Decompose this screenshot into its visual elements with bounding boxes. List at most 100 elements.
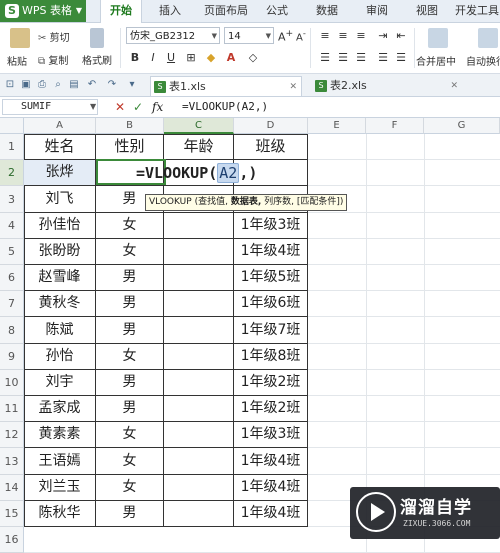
border-icon[interactable]: ⊞	[184, 50, 198, 66]
clear-format-icon[interactable]: ◇	[246, 50, 260, 66]
table-cell[interactable]	[164, 448, 234, 475]
outdent-icon[interactable]: ⇤	[394, 28, 408, 44]
wrap-text-icon[interactable]	[478, 28, 498, 48]
row-header-5[interactable]: 5	[0, 239, 24, 265]
row-header-9[interactable]: 9	[0, 344, 24, 370]
formula-input[interactable]: =VLOOKUP(A2,)	[182, 99, 498, 115]
format-painter-button[interactable]: 格式刷	[82, 52, 112, 67]
tab-page-layout[interactable]: 页面布局	[198, 0, 254, 22]
table-cell[interactable]	[164, 213, 234, 239]
table-cell[interactable]: 张烨	[24, 160, 96, 186]
table-cell[interactable]: 刘宇	[24, 370, 96, 396]
select-all-corner[interactable]	[0, 118, 24, 134]
table-cell[interactable]: 女	[96, 213, 164, 239]
align-center-icon[interactable]: ☰	[336, 50, 350, 66]
table-cell[interactable]	[164, 265, 234, 291]
underline-button[interactable]: U	[164, 50, 178, 66]
column-header-d[interactable]: D	[234, 118, 308, 134]
table-cell[interactable]: 孙佳怡	[24, 213, 96, 239]
tab-data[interactable]: 数据	[310, 0, 344, 22]
table-cell[interactable]: 1年级4班	[234, 475, 308, 501]
table-cell[interactable]: 1年级3班	[234, 422, 308, 448]
table-cell[interactable]: 1年级5班	[234, 265, 308, 291]
chevron-down-icon[interactable]: ▾	[126, 79, 138, 91]
confirm-icon[interactable]: ✓	[133, 99, 143, 115]
row-header-12[interactable]: 12	[0, 422, 24, 448]
tab-home[interactable]: 开始	[100, 0, 142, 23]
table-cell[interactable]: 1年级2班	[234, 396, 308, 422]
row-header-1[interactable]: 1	[0, 134, 24, 160]
row-header-10[interactable]: 10	[0, 370, 24, 396]
table-cell[interactable]: 男	[96, 265, 164, 291]
cut-button[interactable]: ✂ 剪切	[38, 29, 70, 44]
column-header-e[interactable]: E	[308, 118, 366, 134]
save-icon[interactable]: ▣	[20, 79, 32, 91]
table-cell[interactable]: 1年级6班	[234, 291, 308, 317]
font-name-select[interactable]: 仿宋_GB2312 ▼	[126, 27, 220, 44]
table-cell[interactable]: 男	[96, 396, 164, 422]
undo-icon[interactable]: ↶	[86, 79, 98, 91]
row-header-13[interactable]: 13	[0, 448, 24, 475]
name-box[interactable]: SUMIF	[2, 99, 98, 115]
row-header-6[interactable]: 6	[0, 265, 24, 291]
bold-button[interactable]: B	[128, 50, 142, 66]
redo-icon[interactable]: ↷	[106, 79, 118, 91]
chevron-down-icon[interactable]: ▼	[90, 99, 96, 115]
tab-view[interactable]: 视图	[410, 0, 444, 22]
table-header-cell[interactable]: 姓名	[24, 134, 96, 160]
file-tab[interactable]: S 表2.xls ✕	[312, 76, 462, 96]
font-color-icon[interactable]: A	[224, 50, 238, 66]
tab-formulas[interactable]: 公式	[260, 0, 294, 22]
fill-color-icon[interactable]: ◆	[204, 50, 218, 66]
paste-button[interactable]: 粘贴	[7, 53, 27, 68]
table-cell[interactable]: 女	[96, 344, 164, 370]
table-cell[interactable]: 陈斌	[24, 317, 96, 344]
paste-icon[interactable]	[10, 28, 30, 48]
table-cell[interactable]: 刘兰玉	[24, 475, 96, 501]
table-cell[interactable]: 刘飞	[24, 186, 96, 213]
table-cell[interactable]	[164, 501, 234, 527]
table-cell[interactable]: 孙怡	[24, 344, 96, 370]
align-bottom-icon[interactable]: ≡	[354, 28, 368, 44]
distribute-icon[interactable]: ☰	[394, 50, 408, 66]
table-cell[interactable]: 孟家成	[24, 396, 96, 422]
column-header-f[interactable]: F	[366, 118, 424, 134]
row-header-7[interactable]: 7	[0, 291, 24, 317]
print-icon[interactable]: ⎙	[36, 79, 48, 91]
table-cell[interactable]: 女	[96, 475, 164, 501]
table-cell[interactable]: 1年级2班	[234, 370, 308, 396]
preview-icon[interactable]: ⌕	[52, 79, 64, 91]
table-cell[interactable]	[164, 422, 234, 448]
copy-button[interactable]: ⧉ 复制	[38, 52, 68, 67]
table-cell[interactable]: 陈秋华	[24, 501, 96, 527]
font-shrink-button[interactable]: A-	[296, 28, 306, 43]
align-top-icon[interactable]: ≡	[318, 28, 332, 44]
table-cell[interactable]: 1年级7班	[234, 317, 308, 344]
table-cell[interactable]: 黄素素	[24, 422, 96, 448]
table-cell[interactable]	[164, 475, 234, 501]
table-cell[interactable]: 1年级4班	[234, 448, 308, 475]
table-header-cell[interactable]: 年龄	[164, 134, 234, 160]
column-header-b[interactable]: B	[96, 118, 164, 134]
row-header-8[interactable]: 8	[0, 317, 24, 344]
table-cell[interactable]: 1年级4班	[234, 239, 308, 265]
cancel-icon[interactable]: ✕	[115, 99, 125, 115]
tab-insert[interactable]: 插入	[150, 0, 190, 22]
row-header-14[interactable]: 14	[0, 475, 24, 501]
table-cell[interactable]: 男	[96, 317, 164, 344]
table-cell[interactable]	[164, 317, 234, 344]
table-cell[interactable]: 黄秋冬	[24, 291, 96, 317]
brush-icon[interactable]	[90, 28, 104, 48]
table-cell[interactable]: 女	[96, 239, 164, 265]
pdf-icon[interactable]: ▤	[68, 79, 80, 91]
column-header-g[interactable]: G	[424, 118, 500, 134]
table-cell[interactable]: 1年级4班	[234, 501, 308, 527]
indent-icon[interactable]: ⇥	[376, 28, 390, 44]
table-cell[interactable]: 1年级8班	[234, 344, 308, 370]
table-cell[interactable]	[164, 291, 234, 317]
table-cell[interactable]: 男	[96, 370, 164, 396]
row-header-15[interactable]: 15	[0, 501, 24, 527]
table-cell[interactable]	[164, 344, 234, 370]
auto-wrap-button[interactable]: 自动换行	[466, 53, 500, 68]
table-cell[interactable]: 1年级3班	[234, 213, 308, 239]
